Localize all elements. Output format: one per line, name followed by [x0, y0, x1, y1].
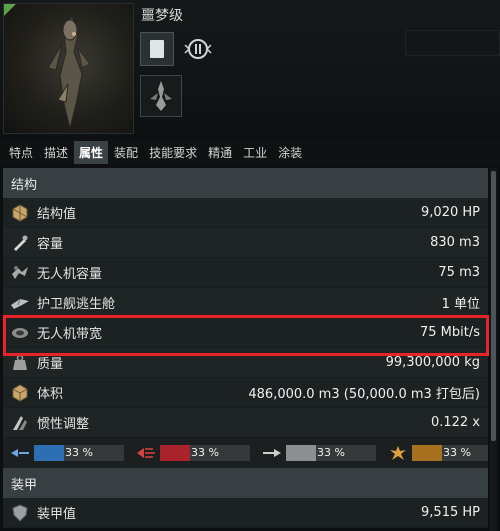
tab-description[interactable]: 描述: [39, 141, 73, 164]
attr-label: 体积: [37, 387, 64, 402]
tab-skins[interactable]: 涂装: [273, 141, 307, 164]
show-info-button[interactable]: [140, 32, 174, 66]
attribute-list-scrollbar[interactable]: [490, 168, 497, 531]
drone-capacity-icon: [9, 263, 31, 283]
thermal-resist-bar: 33 %: [160, 444, 250, 461]
escape-bay-icon: [9, 293, 31, 313]
tab-fitting[interactable]: 装配: [109, 141, 143, 164]
section-header-armor[interactable]: 装甲: [3, 468, 488, 498]
info-tabs: 特点 描述 属性 装配 技能要求 精通 工业 涂装: [0, 139, 500, 165]
ship-silhouette-icon: [47, 14, 91, 129]
ship-header: 噩梦级: [0, 0, 500, 137]
section-header-structure[interactable]: 结构: [3, 168, 488, 198]
thermal-resist-value: 33 %: [191, 445, 219, 459]
attr-label: 质量: [37, 357, 64, 372]
hull-small-icon: [150, 81, 172, 111]
kinetic-resist-fill: [286, 444, 316, 461]
kinetic-resist-bar: 33 %: [286, 444, 376, 461]
attr-label: 容量: [37, 237, 64, 252]
attr-value: 0.122 x: [430, 415, 480, 430]
attr-row-capacity[interactable]: 容量 830 m3: [3, 228, 488, 258]
attribute-list: 结构 结构值 9,020 HP 容量 830 m3 无人机容量 75 m3 护卫…: [3, 168, 488, 531]
attr-value: 486,000.0 m3 (50,000.0 m3 打包后): [248, 387, 480, 402]
inertia-icon: [9, 413, 31, 433]
attr-label: 惯性调整: [37, 417, 90, 432]
attr-row-structure-hp[interactable]: 结构值 9,020 HP: [3, 198, 488, 228]
attr-row-drone-capacity[interactable]: 无人机容量 75 m3: [3, 258, 488, 288]
attr-value: 75 m3: [438, 265, 480, 280]
attr-value: 75 Mbit/s: [419, 325, 480, 340]
attr-label: 无人机带宽: [37, 327, 103, 342]
resist-thermal[interactable]: 33 %: [135, 444, 250, 462]
kinetic-resist-icon: [261, 444, 283, 462]
explosive-resist-fill: [412, 444, 442, 461]
explosive-resist-bar: 33 %: [412, 444, 488, 461]
cargo-capacity-icon: [9, 233, 31, 253]
attr-label: 结构值: [37, 207, 77, 222]
simulate-icon: [184, 39, 212, 59]
em-resist-value: 33 %: [65, 445, 93, 459]
em-resist-fill: [34, 444, 64, 461]
em-resist-bar: 33 %: [34, 444, 124, 461]
thermal-resist-fill: [160, 444, 190, 461]
background-decoration: [405, 30, 500, 56]
attr-row-volume[interactable]: 体积 486,000.0 m3 (50,000.0 m3 打包后): [3, 378, 488, 408]
drone-bandwidth-icon: [9, 323, 31, 343]
attr-value: 99,300,000 kg: [385, 355, 480, 370]
ship-render-image: [3, 3, 134, 134]
document-icon: [150, 40, 164, 58]
attr-value: 9,020 HP: [421, 205, 480, 220]
attr-value: 9,515 HP: [421, 505, 480, 520]
mass-icon: [9, 353, 31, 373]
explosive-resist-icon: [387, 444, 409, 462]
volume-icon: [9, 383, 31, 403]
resist-kinetic[interactable]: 33 %: [261, 444, 376, 462]
structure-resistances: 33 % 33 % 33 % 33 %: [3, 438, 488, 468]
attr-value: 1 单位: [441, 297, 480, 312]
tab-requirements[interactable]: 技能要求: [144, 141, 202, 164]
attr-label: 装甲值: [37, 507, 77, 522]
resist-em[interactable]: 33 %: [9, 444, 124, 462]
attr-value: 830 m3: [430, 235, 480, 250]
em-resist-icon: [9, 444, 31, 462]
tab-mastery[interactable]: 精通: [203, 141, 237, 164]
tab-traits[interactable]: 特点: [4, 141, 38, 164]
simulate-ship-button[interactable]: [180, 34, 216, 64]
armor-hp-icon: [9, 503, 31, 523]
hull-preview-button[interactable]: [140, 75, 182, 117]
attr-row-inertia[interactable]: 惯性调整 0.122 x: [3, 408, 488, 438]
attr-label: 护卫舰逃生舱: [37, 297, 116, 312]
attr-row-escape-bay[interactable]: 护卫舰逃生舱 1 单位: [3, 288, 488, 318]
scrollbar-thumb[interactable]: [491, 171, 496, 441]
resist-explosive[interactable]: 33 %: [387, 444, 488, 462]
tech-corner-tag: [4, 4, 16, 16]
attr-row-armor-hp[interactable]: 装甲值 9,515 HP: [3, 498, 488, 528]
tab-industry[interactable]: 工业: [238, 141, 272, 164]
attr-row-drone-bandwidth[interactable]: 无人机带宽 75 Mbit/s: [3, 318, 488, 348]
attr-label: 无人机容量: [37, 267, 103, 282]
kinetic-resist-value: 33 %: [317, 445, 345, 459]
ship-name: 噩梦级: [141, 8, 183, 24]
tab-attributes[interactable]: 属性: [74, 140, 109, 164]
thermal-resist-icon: [135, 444, 157, 462]
explosive-resist-value: 33 %: [443, 445, 471, 459]
attr-row-mass[interactable]: 质量 99,300,000 kg: [3, 348, 488, 378]
structure-hp-icon: [9, 203, 31, 223]
